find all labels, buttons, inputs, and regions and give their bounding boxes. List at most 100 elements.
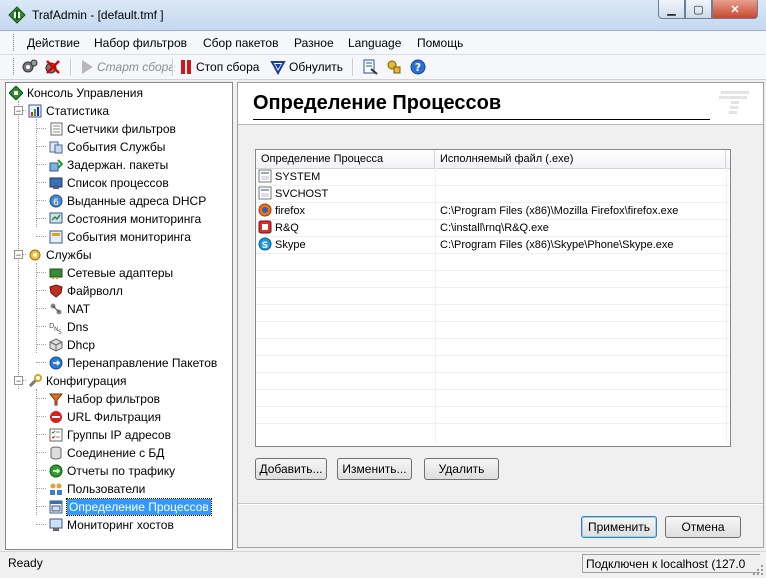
tree-item-services[interactable]: Службы	[27, 246, 91, 263]
filter-counters-label: Счетчики фильтров	[67, 121, 176, 136]
tree-item-firewall[interactable]: Файрволл	[48, 282, 123, 299]
status-connection: Подключен к localhost (127.0	[582, 554, 760, 573]
security-button[interactable]	[386, 57, 405, 77]
edit-button[interactable]: Изменить...	[337, 458, 412, 480]
dns-icon: DNS	[48, 319, 64, 335]
held-packets-label: Задержан. пакеты	[67, 157, 169, 172]
process-exe: C:\Program Files (x86)\Mozilla Firefox\f…	[440, 205, 679, 217]
tree-item-held-packets[interactable]: Задержан. пакеты	[48, 156, 168, 173]
stats-expander[interactable]: −	[14, 106, 23, 116]
table-row[interactable]: firefox C:\Program Files (x86)\Mozilla F…	[256, 203, 730, 220]
disconnect-button[interactable]	[44, 57, 65, 77]
settings-button[interactable]	[362, 57, 381, 77]
menu-language[interactable]: Language	[348, 36, 401, 50]
navigation-tree[interactable]: Консоль Управления − Статистика Счетчики…	[5, 82, 233, 550]
cancel-button[interactable]: Отмена	[665, 516, 741, 538]
pause-icon	[181, 60, 191, 74]
tree-item-network-adapters[interactable]: Сетевые адаптеры	[48, 264, 173, 281]
checklist-icon	[48, 427, 64, 443]
firewall-shield-icon	[48, 283, 64, 299]
tree-item-url-filter[interactable]: URL Фильтрация	[48, 408, 161, 425]
menu-misc[interactable]: Разное	[294, 36, 334, 50]
tree-item-monitoring-events[interactable]: События мониторинга	[48, 228, 191, 245]
maximize-button[interactable]: ▢	[685, 0, 712, 19]
tree-item-nat[interactable]: NAT	[48, 300, 90, 317]
column-executable[interactable]: Исполняемый файл (.exe)	[435, 150, 726, 168]
stop-capture-button[interactable]: Стоп сбора	[179, 57, 259, 77]
menu-action[interactable]: Действие	[27, 36, 80, 50]
delete-button[interactable]: Удалить	[424, 458, 499, 480]
dns-label: Dns	[67, 319, 89, 334]
tree-item-filter-counters[interactable]: Счетчики фильтров	[48, 120, 176, 137]
lock-key-icon	[387, 60, 401, 74]
tree-root-console[interactable]: Консоль Управления	[8, 84, 143, 101]
title-bar[interactable]: TrafAdmin - [default.tmf ] ▁ ▢ ✕	[0, 0, 766, 31]
close-button[interactable]: ✕	[712, 0, 758, 19]
column-process-definition[interactable]: Определение Процесса	[256, 150, 435, 168]
menu-bar: Действие Набор фильтров Сбор пакетов Раз…	[0, 31, 766, 55]
tree-item-process-list[interactable]: Список процессов	[48, 174, 169, 191]
add-button[interactable]: Добавить...	[255, 458, 327, 480]
tree-item-filter-set[interactable]: Набор фильтров	[48, 390, 160, 407]
start-capture-label: Старт сбора	[97, 60, 175, 74]
page-title: Определение Процессов	[253, 92, 502, 114]
config-expander[interactable]: −	[14, 376, 23, 386]
table-row[interactable]: R&Q C:\install\rnq\R&Q.exe	[256, 220, 730, 237]
menu-filter-set[interactable]: Набор фильтров	[94, 36, 187, 50]
no-entry-icon	[48, 409, 64, 425]
process-definitions-label: Определение Процессов	[66, 497, 212, 516]
help-button[interactable]: ?	[410, 57, 429, 77]
minimize-icon: ▁	[667, 3, 676, 16]
configuration-label: Конфигурация	[46, 373, 127, 388]
tree-item-host-monitoring[interactable]: Мониторинг хостов	[48, 516, 174, 533]
resize-grip-icon[interactable]	[752, 564, 764, 576]
table-row[interactable]: S Skype C:\Program Files (x86)\Skype\Pho…	[256, 237, 730, 254]
tree-item-configuration[interactable]: Конфигурация	[27, 372, 127, 389]
firefox-icon	[258, 203, 274, 220]
svg-text:S: S	[262, 241, 268, 251]
table-row[interactable]: SYSTEM	[256, 169, 730, 186]
report-arrow-icon	[48, 463, 64, 479]
apply-button[interactable]: Применить	[581, 516, 657, 538]
services-expander[interactable]: −	[14, 250, 23, 260]
process-exe: C:\Program Files (x86)\Skype\Phone\Skype…	[440, 239, 674, 251]
reset-button[interactable]: Обнулить	[270, 57, 343, 77]
tree-item-service-events[interactable]: События Службы	[48, 138, 165, 155]
held-packets-icon	[48, 157, 64, 173]
minimize-button[interactable]: ▁	[658, 0, 685, 19]
system-process-icon	[258, 169, 274, 186]
close-icon: ✕	[730, 3, 740, 16]
db-connection-label: Соединение с БД	[67, 445, 165, 460]
tree-item-statistics[interactable]: Статистика	[27, 102, 109, 119]
tree-item-dhcp-leases[interactable]: 6 Выданные адреса DHCP	[48, 192, 206, 209]
document-magnify-icon	[363, 59, 378, 75]
gears-icon	[22, 59, 38, 73]
toolbar-grip[interactable]	[13, 58, 17, 75]
menubar-grip[interactable]	[13, 34, 17, 51]
process-list-table[interactable]: Определение Процесса Исполняемый файл (.…	[255, 149, 731, 447]
menu-help[interactable]: Помощь	[417, 36, 463, 50]
start-capture-button[interactable]: Старт сбора	[80, 57, 175, 77]
menu-packet-capture[interactable]: Сбор пакетов	[203, 36, 278, 50]
table-row[interactable]: SVCHOST	[256, 186, 730, 203]
tree-item-monitoring-states[interactable]: Состояния мониторинга	[48, 210, 201, 227]
wrench-icon	[27, 373, 43, 389]
tree-item-process-definitions[interactable]: Определение Процессов	[48, 497, 212, 516]
process-name: SVCHOST	[275, 188, 329, 200]
nat-label: NAT	[67, 301, 91, 316]
ip-groups-label: Группы IP адресов	[67, 427, 171, 442]
connect-button[interactable]	[21, 57, 42, 77]
tree-root-label: Консоль Управления	[27, 85, 143, 100]
tree-item-packet-redirect[interactable]: Перенаправление Пакетов	[48, 354, 217, 371]
tree-item-ip-groups[interactable]: Группы IP адресов	[48, 426, 171, 443]
tree-item-dhcp[interactable]: Dhcp	[48, 336, 95, 353]
tree-item-dns[interactable]: D N S Dns	[48, 318, 88, 335]
tree-item-users[interactable]: Пользователи	[48, 480, 145, 497]
url-filter-label: URL Фильтрация	[67, 409, 161, 424]
filter-funnel-icon	[48, 391, 64, 407]
tree-item-traffic-reports[interactable]: Отчеты по трафику	[48, 462, 175, 479]
statistics-label: Статистика	[46, 103, 110, 118]
tree-item-db-connection[interactable]: Соединение с БД	[48, 444, 164, 461]
network-adapters-label: Сетевые адаптеры	[67, 265, 174, 280]
reset-label: Обнулить	[289, 60, 344, 74]
